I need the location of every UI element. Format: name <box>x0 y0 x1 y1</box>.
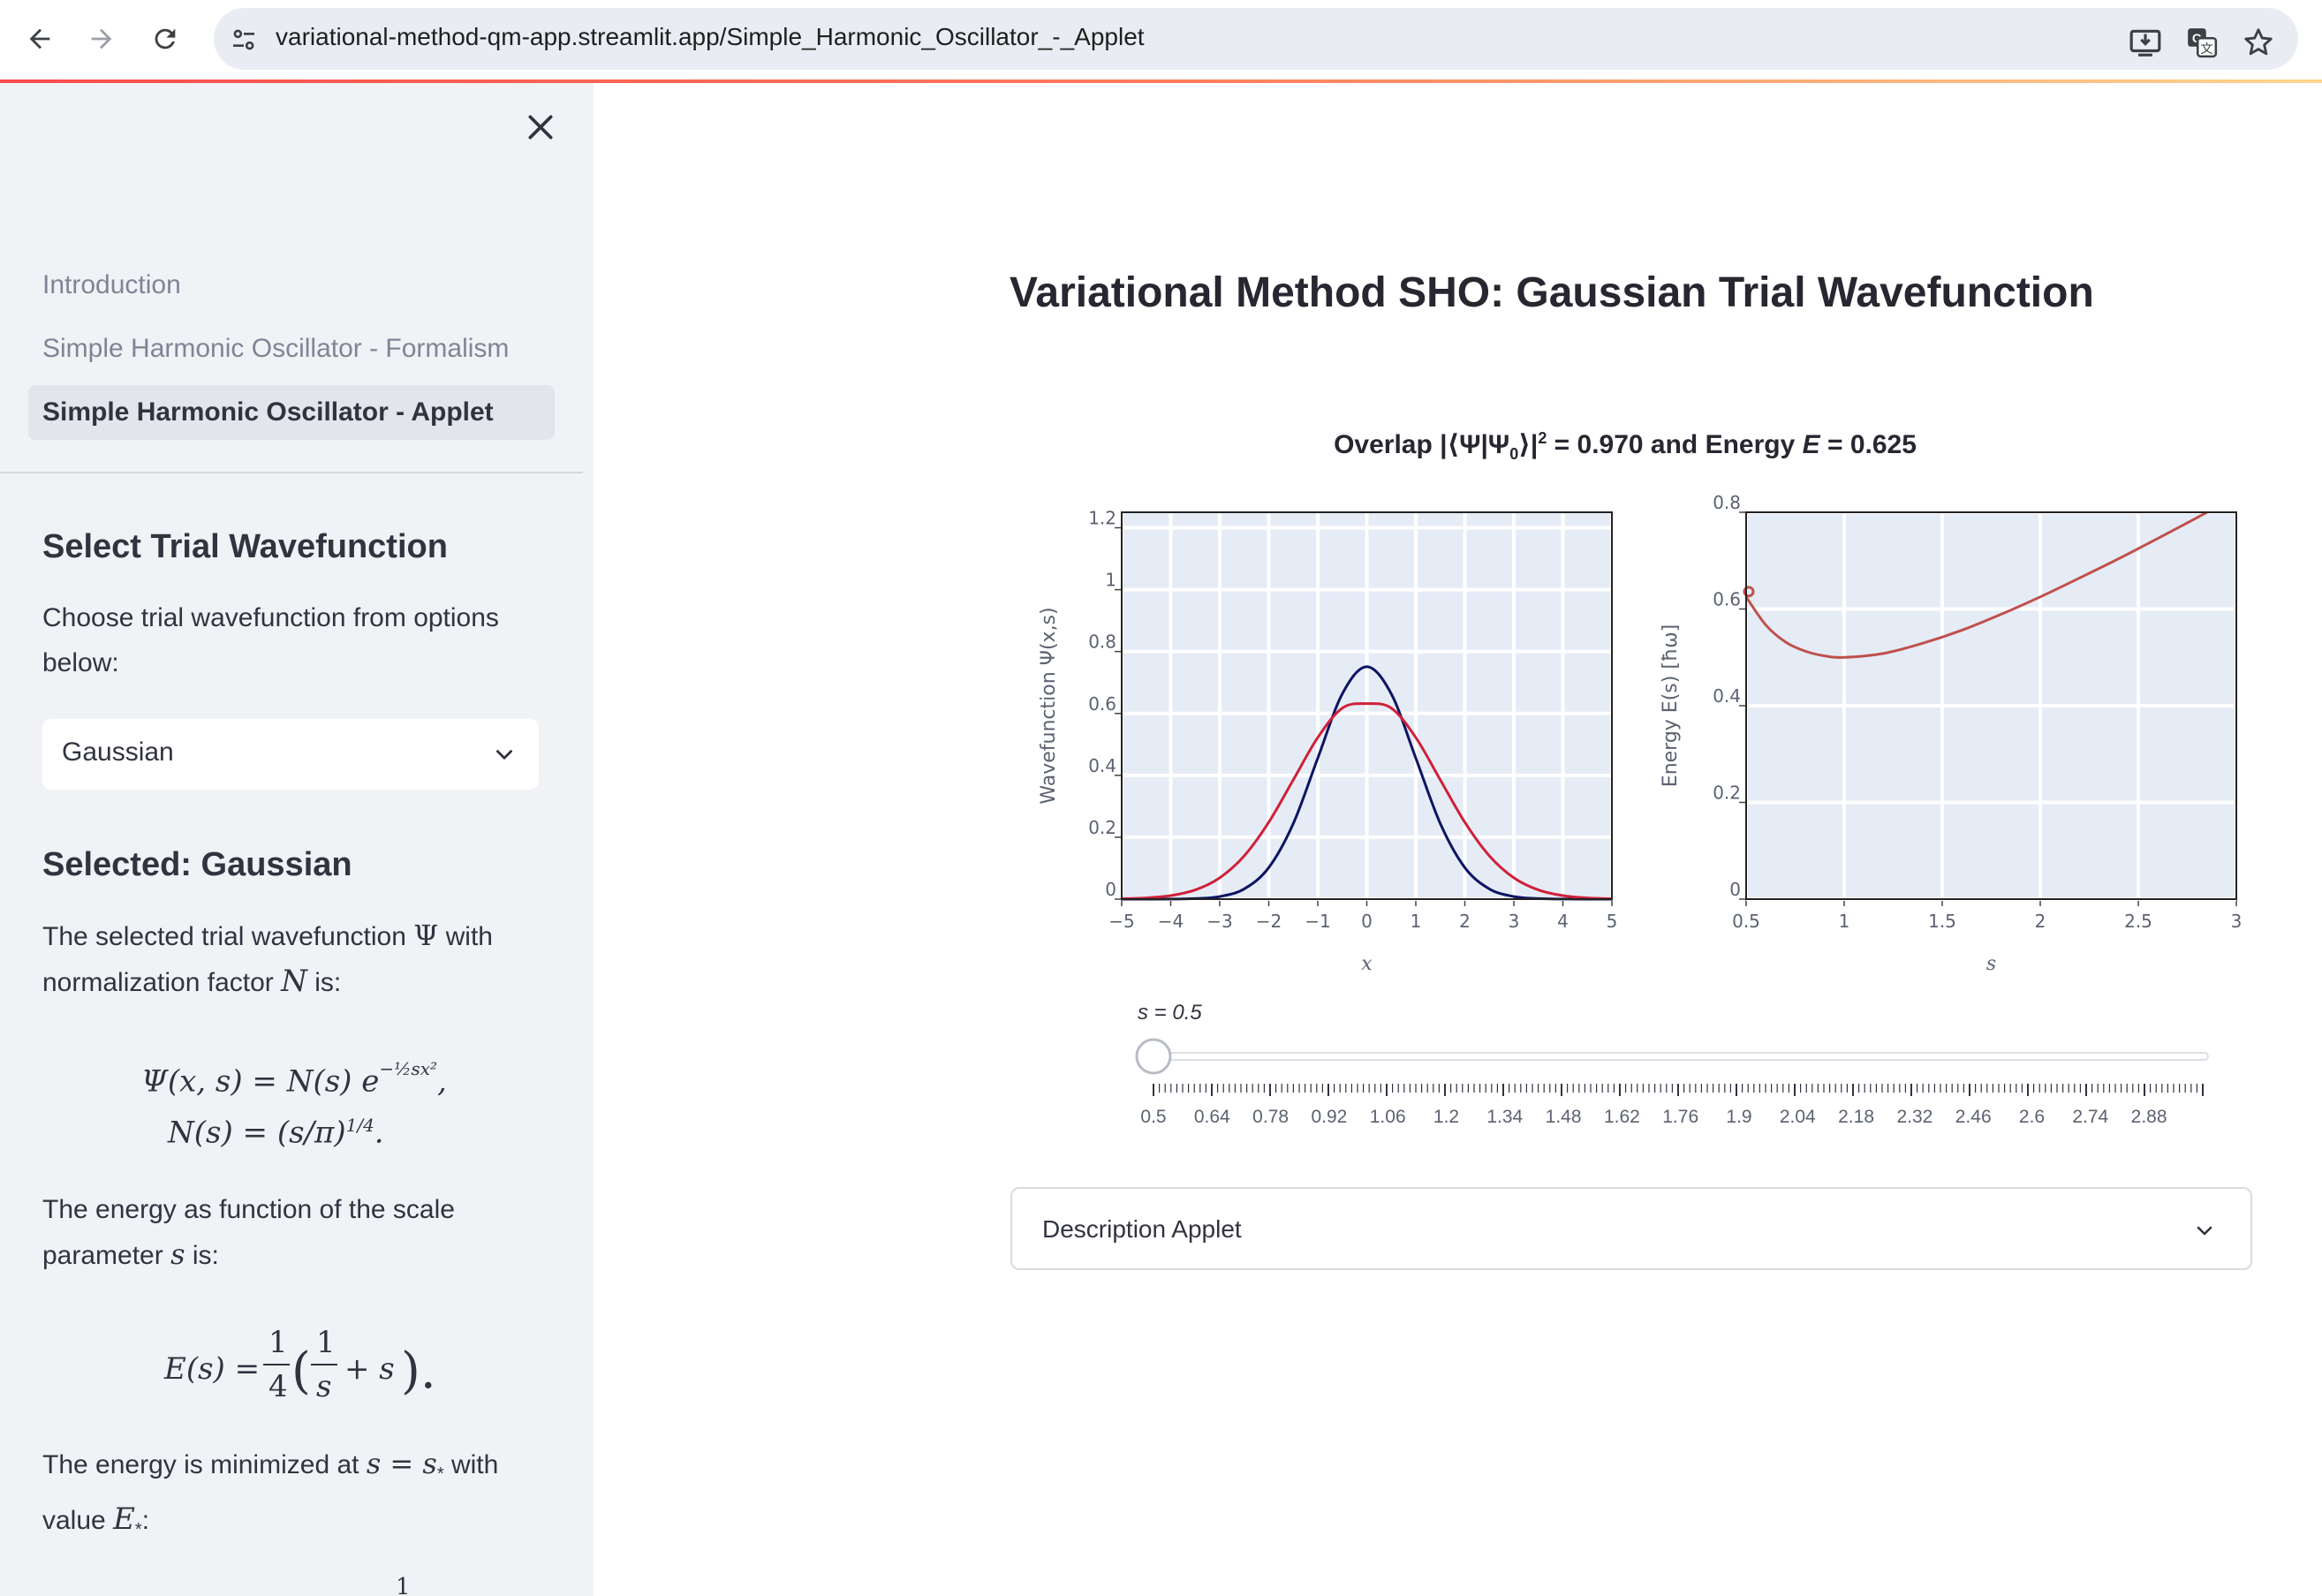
slider-track <box>1146 1052 2209 1061</box>
translate-icon[interactable]: G 文 <box>2185 26 2219 59</box>
sidebar-item-introduction[interactable]: Introduction <box>28 258 555 313</box>
x-tick-label: 1 <box>1411 911 1422 932</box>
slider-tick-label: 0.92 <box>1311 1107 1347 1126</box>
sidebar-item-sho-formalism[interactable]: Simple Harmonic Oscillator - Formalism <box>28 321 555 376</box>
y-tick-label: 0.8 <box>1088 632 1116 653</box>
slider-tick-label: 2.18 <box>1838 1107 1874 1126</box>
normalization-equation: N(s) = (s/π)1/4. <box>168 1115 384 1151</box>
y-tick-label: 1 <box>1105 570 1116 591</box>
y-tick-label: 0.4 <box>1088 755 1116 776</box>
x-tick-label: 1.5 <box>1928 911 1956 932</box>
trial-wavefunction-select[interactable]: Gaussian <box>42 719 539 790</box>
svg-text:文: 文 <box>2200 42 2212 57</box>
scale-parameter-slider[interactable]: 0.5 0.64 0.78 0.92 1.06 1.2 1.34 1.48 1.62 1.76 1.… <box>1122 1029 2217 1126</box>
minimum-description: The energy is minimized at s = s* with v… <box>42 1447 499 1539</box>
slider-tick-label: 2.6 <box>2019 1107 2045 1126</box>
x-tick-label: 0 <box>1361 911 1373 932</box>
slider-tick-label: 2.74 <box>2072 1107 2108 1126</box>
x-tick-label: 3 <box>1509 911 1520 932</box>
x-tick-label: 2 <box>2035 911 2046 932</box>
chart-panel-2: 0.5 1 1.5 2 2.5 3 0 0.2 0.4 0.6 0.8 s Energy E(s) [ħ… <box>1660 495 2242 975</box>
url-text[interactable]: variational-method-qm-app.streamlit.app/… <box>276 23 1145 51</box>
sidebar: Introduction Simple Harmonic Oscillator … <box>0 83 594 1596</box>
select-heading: Select Trial Wavefunction <box>42 528 448 565</box>
y-tick-label: 0.6 <box>1088 693 1116 715</box>
expander-label: Description Applet <box>1042 1215 1242 1243</box>
x-tick-label: 2 <box>1459 911 1471 932</box>
x-tick-label: 1 <box>1839 911 1850 932</box>
x-tick-label: −5 <box>1108 911 1134 932</box>
y-tick-label: 0.6 <box>1713 589 1741 610</box>
y-tick-label: 0.4 <box>1713 685 1741 707</box>
slider-thumb <box>1135 1038 1172 1075</box>
y-tick-label: 0.2 <box>1713 783 1741 804</box>
x-tick-label: −2 <box>1256 911 1282 932</box>
slider-tick-label: 1.76 <box>1662 1107 1698 1126</box>
reload-icon[interactable] <box>141 15 189 63</box>
minimum-energy-equation-partial: 1 <box>396 1574 411 1596</box>
slider-tick-label: 2.88 <box>2131 1107 2167 1126</box>
bookmark-star-icon[interactable] <box>2242 26 2275 59</box>
choose-text: Choose trial wavefunction from options b… <box>42 603 499 677</box>
x-axis-label: x <box>1361 953 1373 975</box>
browser-toolbar: variational-method-qm-app.streamlit.app/… <box>0 0 2322 79</box>
x-tick-label: 5 <box>1607 911 1618 932</box>
slider-tick-label: 2.32 <box>1896 1107 1932 1126</box>
slider-tick-label: 1.48 <box>1546 1107 1582 1126</box>
y-tick-label: 0 <box>1105 879 1116 900</box>
sidebar-divider <box>0 472 583 473</box>
figure-title: Overlap |⟨Ψ|Ψ0⟩|2 = 0.970 and Energy E =… <box>1334 429 1917 463</box>
y-tick-label: 0 <box>1729 879 1741 900</box>
x-axis-label: s <box>1986 953 1996 975</box>
x-tick-label: −4 <box>1158 911 1184 932</box>
slider-tick-label: 2.46 <box>1955 1107 1992 1126</box>
page-title: Variational Method SHO: Gaussian Trial W… <box>1010 269 2094 316</box>
selected-heading: Selected: Gaussian <box>42 846 352 883</box>
x-tick-label: 4 <box>1557 911 1569 932</box>
slider-tick-label: 1.62 <box>1604 1107 1640 1126</box>
install-app-icon[interactable] <box>2129 26 2162 59</box>
plot-figure[interactable]: −5 −4 −3 −2 −1 0 1 2 3 4 5 0 0.2 0.4 0.6 0.8 1 1.2 x Wavefu… <box>1007 495 2261 989</box>
y-axis-label: Wavefunction Ψ(x,s) <box>1038 607 1060 804</box>
description-applet-expander[interactable]: Description Applet <box>1010 1187 2252 1270</box>
y-axis-label: Energy E(s) [ħω] <box>1660 624 1682 787</box>
close-icon[interactable] <box>523 110 558 145</box>
slider-tick-label: 0.64 <box>1194 1107 1230 1126</box>
forward-arrow-icon[interactable] <box>78 15 125 63</box>
slider-label: s = 0.5 <box>1138 1001 1202 1025</box>
energy-description: The energy as function of the scale para… <box>42 1195 455 1271</box>
x-tick-label: −1 <box>1305 911 1330 932</box>
wavefunction-description: The selected trial wavefunction Ψ with n… <box>42 919 493 999</box>
slider-tick-label: 1.34 <box>1486 1107 1523 1126</box>
chevron-down-icon <box>496 750 512 760</box>
slider-tick-label: 1.06 <box>1370 1107 1406 1126</box>
x-tick-label: 3 <box>2231 911 2243 932</box>
slider-tick-label: 0.5 <box>1140 1107 1166 1126</box>
wavefunction-equation: Ψ(x, s) = N(s) e−½sx², <box>141 1058 447 1100</box>
site-settings-icon[interactable] <box>230 26 258 54</box>
select-value: Gaussian <box>62 737 174 767</box>
back-arrow-icon[interactable] <box>16 15 64 63</box>
x-tick-label: 0.5 <box>1732 911 1760 932</box>
chart-panel-1: −5 −4 −3 −2 −1 0 1 2 3 4 5 0 0.2 0.4 0.6 0.8 1 1.2 x Wavefu… <box>1038 508 1617 975</box>
y-tick-label: 1.2 <box>1088 508 1116 529</box>
x-tick-label: −3 <box>1206 911 1232 932</box>
slider-tick-label: 1.2 <box>1433 1107 1459 1126</box>
sidebar-item-sho-applet[interactable]: Simple Harmonic Oscillator - Applet <box>28 385 555 440</box>
chevron-down-icon <box>2197 1226 2212 1236</box>
slider-tick-label: 1.9 <box>1726 1107 1751 1126</box>
y-tick-label: 0.2 <box>1088 817 1116 838</box>
address-bar[interactable]: variational-method-qm-app.streamlit.app/… <box>214 8 2298 70</box>
x-tick-label: 2.5 <box>2124 911 2152 932</box>
y-tick-label: 0.8 <box>1713 495 1741 513</box>
slider-tick-label: 2.04 <box>1780 1107 1816 1126</box>
slider-tick-label: 0.78 <box>1252 1107 1289 1126</box>
